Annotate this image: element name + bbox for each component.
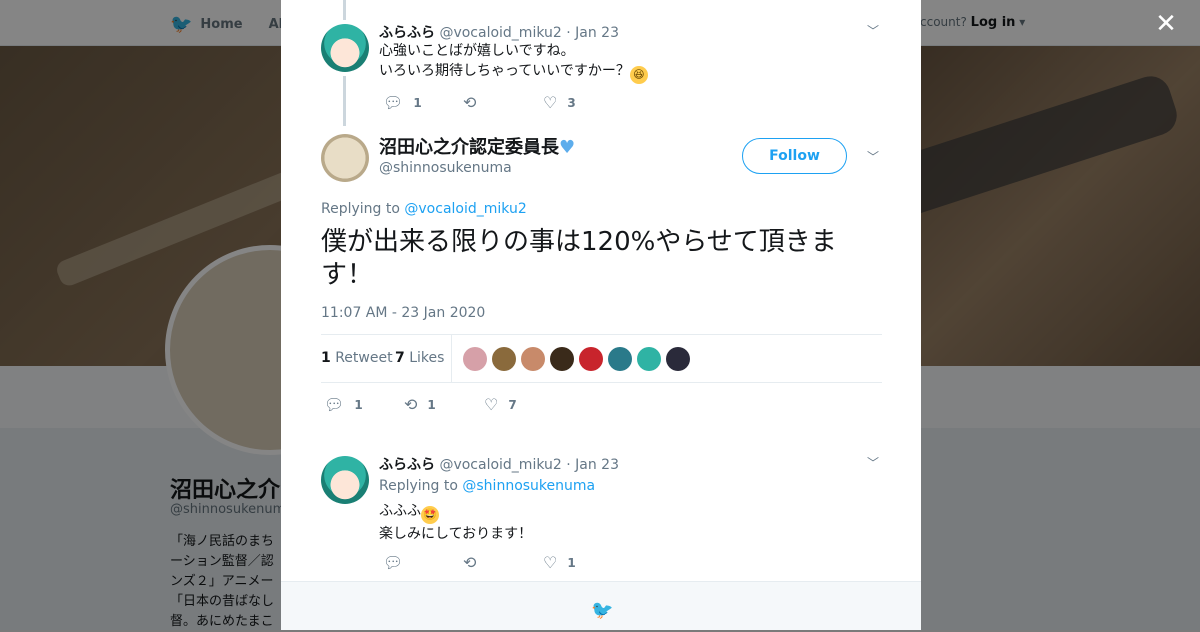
grinning-squinting-face-icon: 😆 [629, 66, 648, 84]
heart-icon: ♡ [543, 93, 558, 112]
blue-heart-icon: ♥ [559, 137, 576, 158]
retweet-button[interactable]: ⟲ [463, 553, 543, 572]
retweet-count: 1 [427, 397, 436, 412]
tweet-actions: 💬︎ 1 ⟲ ♡ 3 [383, 93, 623, 112]
liker-avatars [463, 347, 690, 371]
tweet-text-segment: ふふふ [379, 503, 421, 519]
like-count: 1 [567, 555, 576, 570]
main-tweet-text: 僕が出来る限りの事は120%やらせて頂きます！ [321, 227, 837, 290]
reply-button[interactable]: 💬︎ [383, 553, 463, 572]
liker-avatar[interactable] [637, 347, 661, 371]
liker-avatar[interactable] [550, 347, 574, 371]
likes-stat[interactable]: 7 Likes [395, 350, 444, 366]
replying-to: Replying to @vocaloid_miku2 [321, 201, 527, 217]
tweet-actions: 💬︎ ⟲ ♡ 1 [383, 553, 623, 572]
like-button[interactable]: ♡ 1 [543, 553, 623, 572]
liker-avatar[interactable] [463, 347, 487, 371]
retweet-label: Retweet [335, 350, 393, 366]
twitter-bird-icon: 🐦 [591, 600, 614, 621]
tweet-stats: 1 Retweet 7 Likes [321, 334, 882, 383]
close-icon[interactable]: ✕ [1154, 11, 1178, 37]
user-handle[interactable]: @shinnosukenuma [379, 160, 512, 176]
chevron-down-icon[interactable]: ﹀ [866, 150, 880, 164]
thread-line [343, 0, 346, 20]
liker-avatar[interactable] [608, 347, 632, 371]
replying-to-link[interactable]: @shinnosukenuma [462, 478, 595, 494]
retweet-number: 1 [321, 350, 331, 366]
tweet-header: ふらふら @vocaloid_miku2 · Jan 23 [379, 454, 619, 474]
liker-avatar[interactable] [666, 347, 690, 371]
user-handle[interactable]: @vocaloid_miku2 [439, 457, 561, 473]
liker-avatar[interactable] [521, 347, 545, 371]
follow-button[interactable]: Follow [742, 138, 847, 174]
star-struck-face-icon: 🤩 [421, 506, 439, 524]
reply-icon: 💬︎ [324, 395, 345, 414]
avatar[interactable] [321, 24, 369, 72]
reply-icon: 💬︎ [383, 553, 404, 572]
avatar[interactable] [321, 456, 369, 504]
tweet-text-segment: いろいろ期待しちゃっていいですかー？ [379, 63, 630, 79]
reply-count: 1 [354, 397, 363, 412]
thread-line [343, 76, 346, 126]
reply-icon: 💬︎ [383, 93, 404, 112]
retweet-button[interactable]: ⟲ 1 [404, 395, 484, 414]
retweet-stat[interactable]: 1 Retweet [321, 350, 393, 366]
likes-label: Likes [409, 350, 445, 366]
tweet-text-line: いろいろ期待しちゃっていいですかー？ 😆 [379, 61, 648, 84]
divider [451, 335, 452, 382]
reply-button[interactable]: 💬︎ 1 [324, 395, 404, 414]
retweet-button[interactable]: ⟲ [463, 93, 543, 112]
reply-count: 1 [413, 95, 422, 110]
replying-prefix: Replying to [379, 478, 458, 494]
user-name[interactable]: ふらふら [379, 457, 435, 473]
retweet-icon: ⟲ [404, 395, 418, 414]
liker-avatar[interactable] [492, 347, 516, 371]
like-button[interactable]: ♡ 3 [543, 93, 623, 112]
tweet-text-line: 楽しみにしております！ [379, 526, 533, 542]
chevron-down-icon[interactable]: ﹀ [866, 24, 880, 38]
replying-prefix: Replying to [321, 201, 400, 217]
replying-to-link[interactable]: @vocaloid_miku2 [404, 201, 526, 217]
liker-avatar[interactable] [579, 347, 603, 371]
avatar[interactable] [321, 134, 369, 182]
tweet-date[interactable]: · Jan 23 [566, 457, 619, 473]
reply-button[interactable]: 💬︎ 1 [383, 93, 463, 112]
tweet-text-line: 心強いことばが嬉しいですね。 [379, 43, 575, 59]
heart-icon: ♡ [484, 395, 499, 414]
like-count: 7 [508, 397, 517, 412]
modal-footer: 🐦 [281, 581, 921, 630]
tweet-text: 心強いことばが嬉しいですね。 いろいろ期待しちゃっていいですかー？ 😆 [379, 41, 648, 84]
tweet-timestamp[interactable]: 11:07 AM - 23 Jan 2020 [321, 305, 485, 321]
heart-icon: ♡ [543, 553, 558, 572]
tweet-actions: 💬︎ 1 ⟲ 1 ♡ 7 [324, 395, 564, 414]
chevron-down-icon[interactable]: ﹀ [866, 456, 880, 470]
like-count: 3 [567, 95, 576, 110]
main-tweet-name: 沼田心之介認定委員長♥ [379, 133, 575, 159]
tweet-text-line: ふふふ 🤩 [379, 501, 532, 524]
user-handle[interactable]: @vocaloid_miku2 [439, 25, 561, 41]
tweet-text: ふふふ 🤩 楽しみにしております！ [379, 501, 532, 544]
replying-to: Replying to @shinnosukenuma [379, 478, 595, 494]
tweet-modal: ふらふら @vocaloid_miku2 · Jan 23 ﹀ 心強いことばが嬉… [281, 0, 921, 630]
likes-number: 7 [395, 350, 405, 366]
like-button[interactable]: ♡ 7 [484, 395, 564, 414]
user-name[interactable]: ふらふら [379, 25, 435, 41]
user-name[interactable]: 沼田心之介認定委員長 [379, 137, 559, 158]
tweet-date[interactable]: · Jan 23 [566, 25, 619, 41]
tweet-header: ふらふら @vocaloid_miku2 · Jan 23 [379, 22, 619, 42]
retweet-icon: ⟲ [463, 553, 477, 572]
retweet-icon: ⟲ [463, 93, 477, 112]
